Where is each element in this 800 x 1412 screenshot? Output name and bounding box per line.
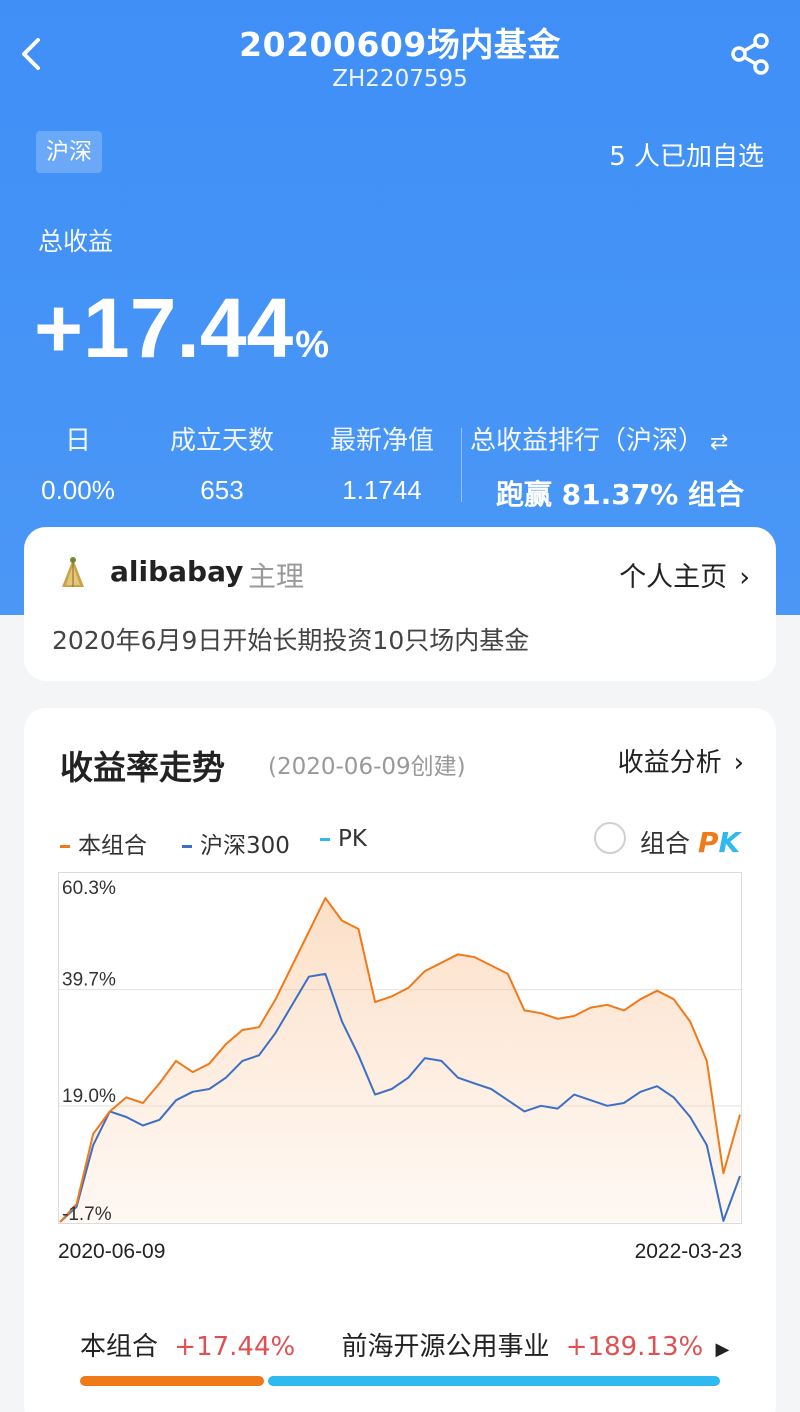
stats-divider xyxy=(461,428,462,502)
compare-bar-other xyxy=(268,1376,720,1386)
pk-comparison[interactable]: 本组合 +17.44% 前海开源公用事业 +189.13% ▶ xyxy=(80,1326,729,1363)
total-return-label: 总收益 xyxy=(38,227,114,256)
play-arrow-icon[interactable]: ▶ xyxy=(716,1339,730,1360)
x-axis-end-label: 2022-03-23 xyxy=(634,1240,742,1263)
legend-swatch xyxy=(182,845,192,848)
portfolio-pk-toggle[interactable]: 组合 PK xyxy=(640,824,740,860)
rank-label-text: 总收益排行（沪深） xyxy=(470,426,705,456)
stat-value: 0.00% xyxy=(41,475,115,505)
stat-label: 最新净值 xyxy=(329,426,434,456)
stat-value: 1.1744 xyxy=(342,475,422,505)
follow-count: 5 人已加自选 xyxy=(609,142,764,172)
portfolio-title: 20200609场内基金 xyxy=(239,25,561,64)
total-return-number: +17.44 xyxy=(34,281,294,375)
chevron-right-icon: › xyxy=(733,748,744,778)
compare-other-label: 前海开源公用事业 xyxy=(341,1332,550,1362)
created-date: (2020-06-09创建) xyxy=(268,754,466,780)
chart-title: 收益率走势 xyxy=(60,748,225,787)
stat-label: 成立天数 xyxy=(169,426,274,456)
stat-days: 成立天数 653 xyxy=(160,420,284,506)
portfolio-header: 20200609场内基金 ZH2207595 沪深 5 人已加自选 总收益 +1… xyxy=(0,0,800,615)
legend-index[interactable]: 沪深300 xyxy=(182,826,290,860)
legend-label: 本组合 xyxy=(78,833,147,859)
rank-value: 跑赢 81.37% 组合 xyxy=(495,478,745,511)
rank-label: 总收益排行（沪深） ⇄ xyxy=(470,420,770,457)
y-tick-label: 60.3% xyxy=(62,878,116,899)
y-tick-label: 19.0% xyxy=(62,1086,116,1107)
compare-other-value: +189.13% xyxy=(565,1332,704,1362)
portfolio-area xyxy=(60,898,740,1222)
legend-label: PK xyxy=(338,826,367,852)
manager-name[interactable]: alibabay xyxy=(110,555,243,588)
legend-pk[interactable]: PK xyxy=(320,826,367,852)
legend-swatch xyxy=(320,838,330,841)
compare-self-value: +17.44% xyxy=(174,1332,296,1362)
swap-icon[interactable]: ⇄ xyxy=(710,430,728,455)
total-return-unit: % xyxy=(295,324,330,366)
market-tag: 沪深 xyxy=(36,131,102,173)
stat-label: 日 xyxy=(64,426,91,456)
manager-card: alibabay 主理 个人主页 › 2020年6月9日开始长期投资10只场内基金 xyxy=(24,527,776,681)
homepage-link-label: 个人主页 xyxy=(619,562,728,593)
legend-swatch xyxy=(60,845,70,848)
pk-logo: PK xyxy=(697,826,741,859)
share-icon[interactable] xyxy=(730,32,772,76)
return-chart[interactable]: 60.3% 39.7% 19.0% -1.7% xyxy=(58,872,742,1224)
return-trend-card: 收益率走势 (2020-06-09创建) 收益分析 › 本组合 沪深300 PK … xyxy=(24,708,776,1412)
stat-value: 653 xyxy=(200,475,244,505)
total-return-value: +17.44% xyxy=(34,278,329,395)
chevron-right-icon: › xyxy=(739,562,750,593)
rank-block[interactable]: 总收益排行（沪深） ⇄ 跑赢 81.37% 组合 xyxy=(470,420,770,513)
stat-daily: 日 0.00% xyxy=(36,420,120,506)
avatar[interactable] xyxy=(58,555,88,589)
legend-portfolio[interactable]: 本组合 xyxy=(60,826,147,860)
portfolio-code: ZH2207595 xyxy=(332,66,468,92)
manager-role: 主理 xyxy=(248,560,305,593)
y-tick-label: -1.7% xyxy=(62,1204,112,1224)
y-tick-label: 39.7% xyxy=(62,970,116,991)
compare-bar-self xyxy=(80,1376,264,1386)
stat-nav: 最新净值 1.1744 xyxy=(316,420,448,506)
pk-radio[interactable] xyxy=(594,822,626,854)
legend-label: 沪深300 xyxy=(200,833,290,859)
pk-toggle-label: 组合 xyxy=(640,829,691,858)
analysis-link-label: 收益分析 xyxy=(617,748,722,778)
portfolio-description: 2020年6月9日开始长期投资10只场内基金 xyxy=(52,626,530,655)
x-axis-start-label: 2020-06-09 xyxy=(58,1240,166,1263)
compare-self-label: 本组合 xyxy=(80,1332,159,1362)
personal-homepage-link[interactable]: 个人主页 › xyxy=(619,555,750,594)
return-analysis-link[interactable]: 收益分析 › xyxy=(618,742,744,779)
